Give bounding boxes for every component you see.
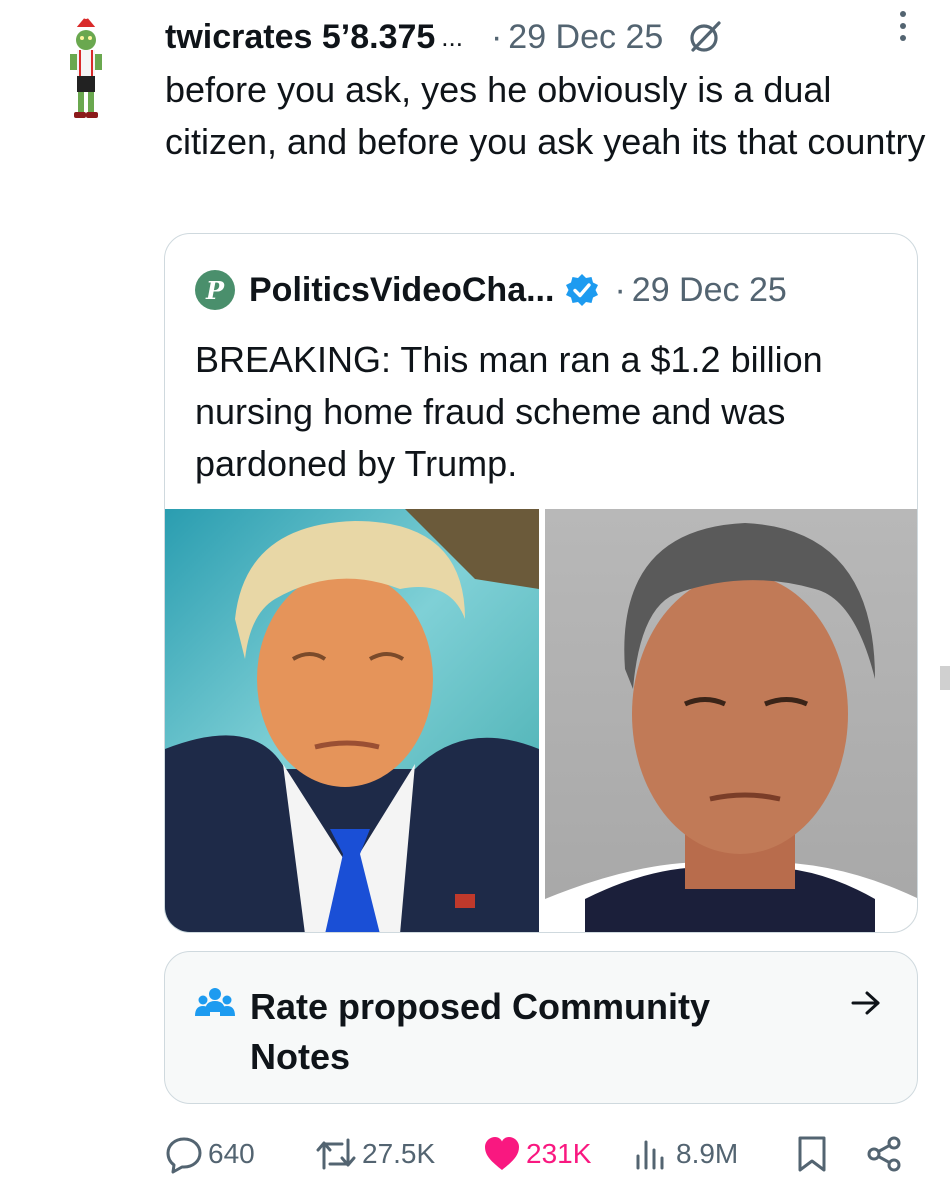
quoted-post-date[interactable]: 29 Dec 25 bbox=[632, 271, 787, 310]
views-count: 8.9M bbox=[676, 1138, 739, 1169]
header-separator: · bbox=[490, 17, 503, 56]
repost-count: 27.5K bbox=[362, 1138, 436, 1169]
views-icon bbox=[636, 1140, 664, 1170]
quoted-author-avatar[interactable]: P bbox=[195, 270, 235, 310]
post-text: before you ask, yes he obviously is a du… bbox=[165, 69, 926, 162]
bookmark-button[interactable] bbox=[794, 1132, 830, 1176]
author-avatar[interactable] bbox=[62, 14, 110, 122]
grok-icon[interactable] bbox=[687, 19, 723, 55]
more-icon[interactable] bbox=[896, 6, 910, 46]
quoted-post-text: BREAKING: This man ran a $1.2 billion nu… bbox=[195, 339, 823, 484]
quoted-author-name[interactable]: PoliticsVideoCha... bbox=[249, 271, 554, 310]
community-notes-prompt[interactable]: Rate proposed Community Notes bbox=[164, 951, 918, 1104]
quoted-avatar-letter: P bbox=[205, 275, 225, 305]
action-bar: 640 27.5K 231K 8.9M bbox=[164, 1132, 904, 1176]
author-display-name[interactable]: twicrates 5’8.375 bbox=[165, 18, 435, 57]
quoted-separator: · bbox=[614, 270, 626, 309]
repost-button[interactable]: 27.5K bbox=[314, 1132, 435, 1176]
name-ellipsis: ... bbox=[441, 21, 463, 52]
post-header: twicrates 5’8.375 ... · 29 Dec 25 bbox=[165, 12, 930, 62]
share-button[interactable] bbox=[864, 1132, 904, 1176]
like-icon bbox=[485, 1137, 519, 1170]
reply-button[interactable]: 640 bbox=[164, 1132, 255, 1176]
like-count: 231K bbox=[526, 1138, 592, 1169]
photo-left-image bbox=[165, 509, 539, 932]
like-button[interactable]: 231K bbox=[482, 1132, 591, 1176]
media-photo-left[interactable] bbox=[165, 509, 539, 932]
reply-count: 640 bbox=[208, 1138, 255, 1169]
photo-right-image bbox=[545, 523, 917, 932]
bookmark-icon bbox=[798, 1136, 826, 1172]
quoted-post[interactable]: P PoliticsVideoCha... · 29 Dec 25 BREAKI… bbox=[164, 233, 918, 933]
post-date[interactable]: 29 Dec 25 bbox=[508, 18, 663, 57]
quoted-media-grid bbox=[165, 509, 917, 932]
arrow-right-icon bbox=[851, 991, 880, 1015]
people-icon bbox=[195, 988, 235, 1016]
verified-icon bbox=[566, 274, 599, 306]
quoted-post-header: P PoliticsVideoCha... · 29 Dec 25 bbox=[195, 270, 787, 310]
reply-icon bbox=[166, 1137, 202, 1174]
media-photo-right[interactable] bbox=[545, 509, 917, 932]
views-button[interactable]: 8.9M bbox=[632, 1132, 738, 1176]
community-notes-label: Rate proposed Community Notes bbox=[250, 986, 711, 1077]
scrollbar-indicator[interactable] bbox=[940, 666, 950, 690]
repost-icon bbox=[316, 1138, 356, 1170]
share-icon bbox=[867, 1136, 901, 1172]
